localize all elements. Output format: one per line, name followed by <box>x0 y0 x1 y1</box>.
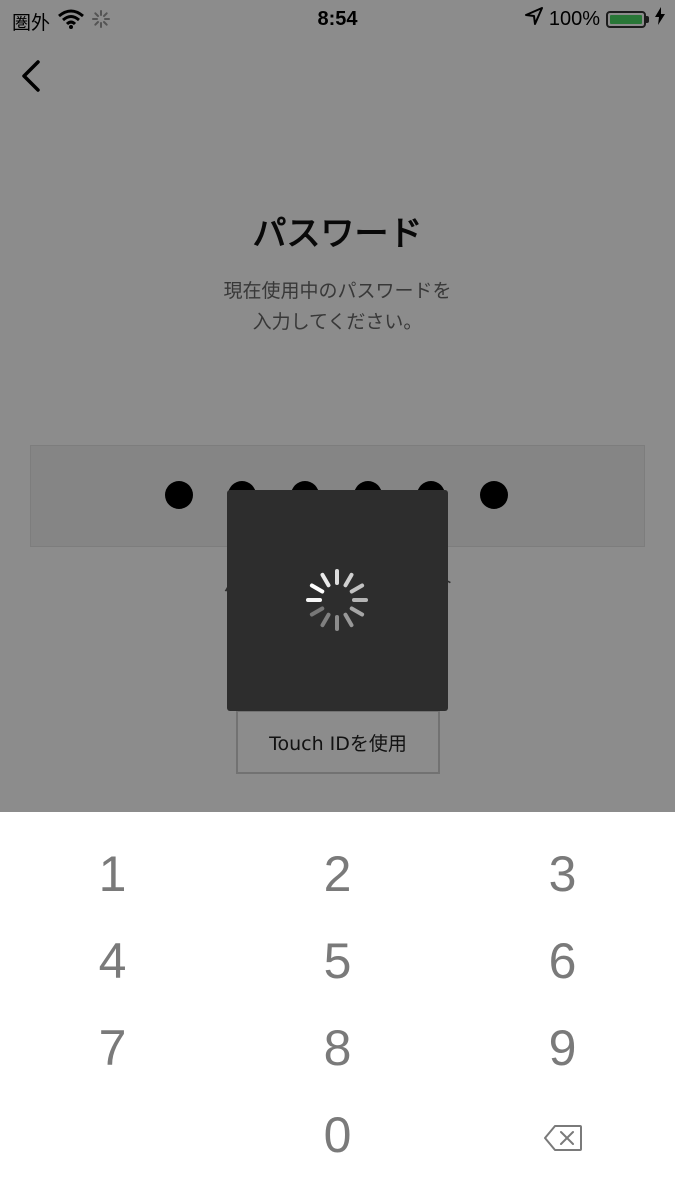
loading-spinner-icon <box>302 565 372 635</box>
key-0[interactable]: 0 <box>225 1091 450 1178</box>
delete-key[interactable] <box>450 1091 675 1178</box>
key-5[interactable]: 5 <box>225 917 450 1004</box>
key-empty <box>0 1091 225 1178</box>
key-7[interactable]: 7 <box>0 1004 225 1091</box>
key-9[interactable]: 9 <box>450 1004 675 1091</box>
password-screen: 圏外 8:54 100% パスワード 現在使用中のパスワードを 入力してください… <box>0 0 675 812</box>
backspace-icon <box>543 1106 583 1164</box>
number-keypad: 1 2 3 4 5 6 7 8 9 0 <box>0 812 675 1200</box>
key-6[interactable]: 6 <box>450 917 675 1004</box>
key-1[interactable]: 1 <box>0 830 225 917</box>
key-3[interactable]: 3 <box>450 830 675 917</box>
key-2[interactable]: 2 <box>225 830 450 917</box>
key-8[interactable]: 8 <box>225 1004 450 1091</box>
key-4[interactable]: 4 <box>0 917 225 1004</box>
